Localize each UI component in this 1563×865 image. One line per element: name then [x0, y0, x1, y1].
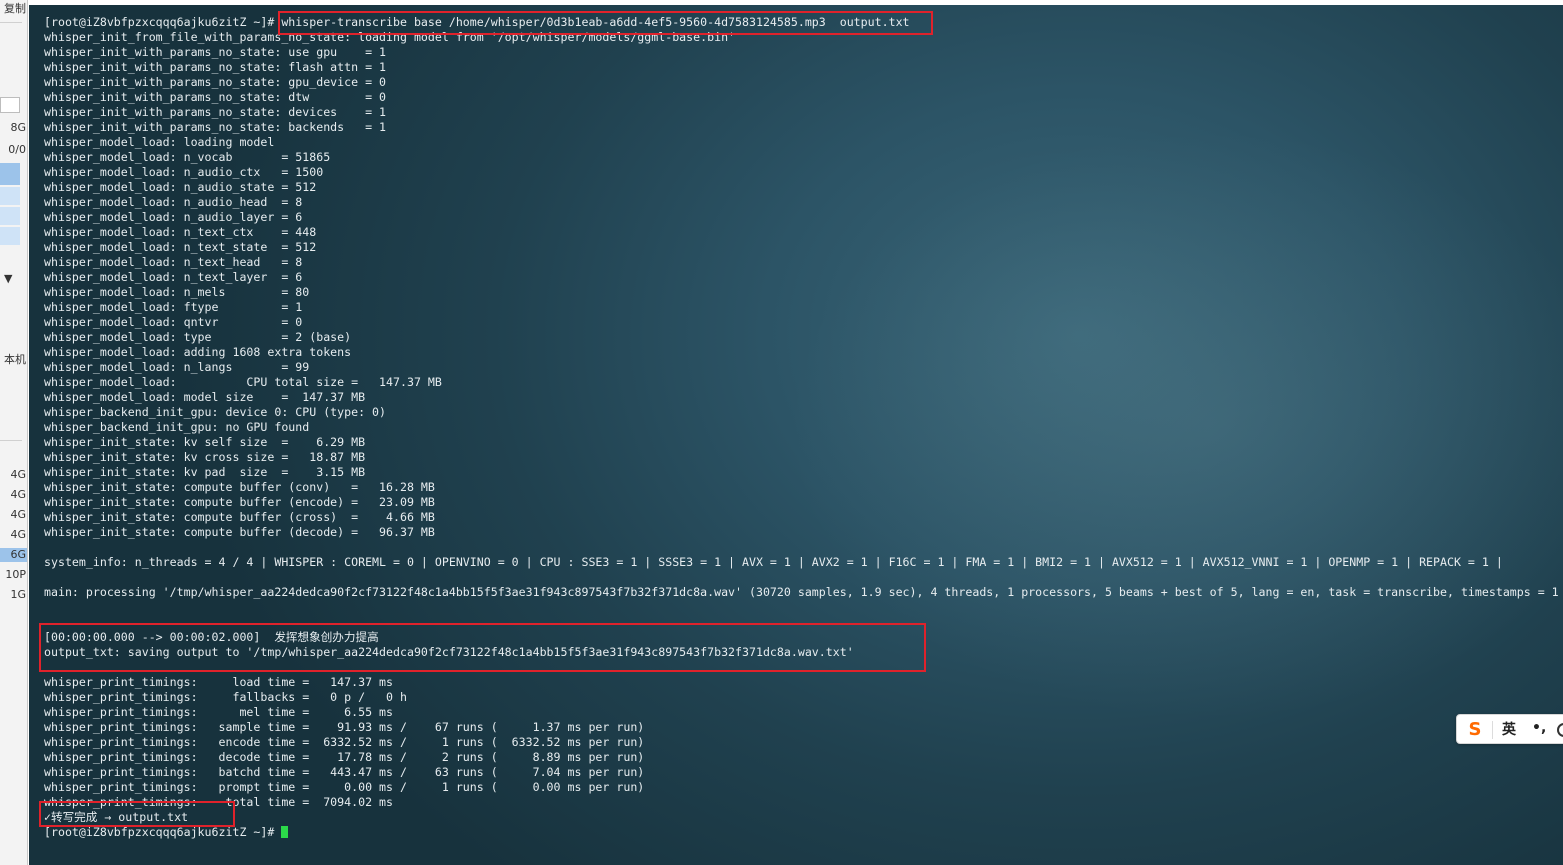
terminal-line: whisper_model_load: n_text_layer = 6 — [44, 270, 303, 284]
chevron-down-icon[interactable]: ▼ — [0, 272, 27, 286]
terminal-line: whisper_model_load: n_mels = 80 — [44, 285, 310, 299]
terminal-line: whisper_init_state: compute buffer (enco… — [44, 495, 435, 509]
terminal-line: whisper_init_with_params_no_state: flash… — [44, 60, 387, 74]
panel-value-memory: 8G — [10, 121, 26, 134]
ime-settings-icon[interactable] — [1557, 723, 1563, 737]
panel-value: 4G — [10, 528, 26, 541]
terminal-line: whisper_print_timings: load time = 147.3… — [44, 675, 394, 689]
terminal-line: whisper_model_load: n_text_ctx = 448 — [44, 225, 317, 239]
panel-value: 1G — [10, 588, 26, 601]
terminal-line: whisper_model_load: n_langs = 99 — [44, 360, 310, 374]
ime-toolbar[interactable]: S 英 •, — [1456, 714, 1563, 744]
terminal-line: whisper_print_timings: decode time = 17.… — [44, 750, 645, 764]
terminal-line: whisper_init_with_params_no_state: gpu_d… — [44, 75, 387, 89]
highlight-box-done — [39, 801, 235, 827]
terminal-prompt-line[interactable]: [root@iZ8vbfpzxcqqq6ajku6zitZ ~]# — [44, 825, 1563, 840]
panel-label-copy: 复制 — [4, 2, 26, 15]
terminal-line: whisper_print_timings: total time = 7094… — [44, 795, 394, 809]
terminal-line: whisper_model_load: n_audio_head = 8 — [44, 195, 303, 209]
terminal-line: whisper_model_load: type = 2 (base) — [44, 330, 352, 344]
terminal-line: whisper_init_state: compute buffer (deco… — [44, 525, 435, 539]
panel-value: 4G — [10, 488, 26, 501]
terminal-line: whisper_init_state: kv pad size = 3.15 M… — [44, 465, 366, 479]
panel-value: 10P — [5, 568, 26, 581]
terminal-line: whisper_model_load: n_audio_state = 512 — [44, 180, 317, 194]
ime-punctuation-toggle[interactable]: •, — [1532, 719, 1546, 737]
terminal-line: whisper_init_state: kv cross size = 18.8… — [44, 450, 366, 464]
ime-language-toggle[interactable]: 英 — [1502, 721, 1516, 739]
text-cursor — [281, 826, 289, 838]
terminal-line: whisper_model_load: loading model — [44, 135, 275, 149]
panel-value: 4G — [10, 468, 26, 481]
shell-prompt: [root@iZ8vbfpzxcqqq6ajku6zitZ ~]# — [44, 825, 282, 839]
panel-field[interactable] — [0, 97, 20, 113]
terminal-window[interactable]: [root@iZ8vbfpzxcqqq6ajku6zitZ ~]# whispe… — [29, 5, 1563, 865]
terminal-line: whisper_print_timings: fallbacks = 0 p /… — [44, 690, 407, 704]
terminal-line: whisper_model_load: n_text_head = 8 — [44, 255, 303, 269]
terminal-line: whisper_model_load: adding 1608 extra to… — [44, 345, 352, 359]
terminal-line: whisper_model_load: n_text_state = 512 — [44, 240, 317, 254]
panel-value-selected[interactable]: 6G — [0, 548, 27, 562]
terminal-line: whisper_init_state: compute buffer (conv… — [44, 480, 435, 494]
panel-selected-row[interactable] — [0, 163, 20, 185]
terminal-line: main: processing '/tmp/whisper_aa224dedc… — [44, 585, 1563, 599]
panel-value: 4G — [10, 508, 26, 521]
terminal-line: whisper_init_state: compute buffer (cros… — [44, 510, 435, 524]
divider — [1492, 721, 1493, 739]
sogou-logo-icon[interactable]: S — [1465, 720, 1485, 740]
terminal-line: whisper_init_with_params_no_state: use g… — [44, 45, 387, 59]
divider — [0, 22, 22, 23]
terminal-output: [root@iZ8vbfpzxcqqq6ajku6zitZ ~]# whispe… — [44, 15, 1563, 840]
terminal-line: whisper_model_load: ftype = 1 — [44, 300, 303, 314]
terminal-line: whisper_init_with_params_no_state: dtw =… — [44, 90, 387, 104]
terminal-line: whisper_print_timings: prompt time = 0.0… — [44, 780, 645, 794]
highlight-box-result — [39, 623, 926, 672]
terminal-line: whisper_model_load: qntvr = 0 — [44, 315, 303, 329]
terminal-line: whisper_print_timings: batchd time = 443… — [44, 765, 645, 779]
panel-row[interactable] — [0, 207, 20, 225]
background-app-panel: 复制 8G 0/0 ▼ 本机 4G 4G 4G 4G 6G 10P 1G — [0, 0, 28, 865]
highlight-box-command — [278, 11, 933, 35]
terminal-line: whisper_init_state: kv self size = 6.29 … — [44, 435, 366, 449]
terminal-line: whisper_model_load: n_audio_ctx = 1500 — [44, 165, 324, 179]
terminal-line: whisper_backend_init_gpu: device 0: CPU … — [44, 405, 387, 419]
panel-row[interactable] — [0, 227, 20, 245]
terminal-line: whisper_backend_init_gpu: no GPU found — [44, 420, 310, 434]
terminal-line: whisper_print_timings: mel time = 6.55 m… — [44, 705, 394, 719]
terminal-line: ✓转写完成 → output.txt — [44, 810, 189, 824]
terminal-line: whisper_model_load: model size = 147.37 … — [44, 390, 366, 404]
terminal-line: whisper_init_with_params_no_state: devic… — [44, 105, 387, 119]
panel-value-ratio: 0/0 — [8, 143, 26, 156]
panel-row[interactable] — [0, 187, 20, 205]
terminal-line: whisper_model_load: n_vocab = 51865 — [44, 150, 331, 164]
terminal-line: system_info: n_threads = 4 / 4 | WHISPER… — [44, 555, 1503, 569]
panel-label-local: 本机 — [4, 353, 26, 366]
terminal-line: whisper_print_timings: sample time = 91.… — [44, 720, 645, 734]
terminal-line: whisper_model_load: CPU total size = 147… — [44, 375, 442, 389]
terminal-line: whisper_print_timings: encode time = 633… — [44, 735, 645, 749]
terminal-line: whisper_init_with_params_no_state: backe… — [44, 120, 387, 134]
divider — [0, 440, 22, 441]
terminal-line: whisper_model_load: n_audio_layer = 6 — [44, 210, 303, 224]
